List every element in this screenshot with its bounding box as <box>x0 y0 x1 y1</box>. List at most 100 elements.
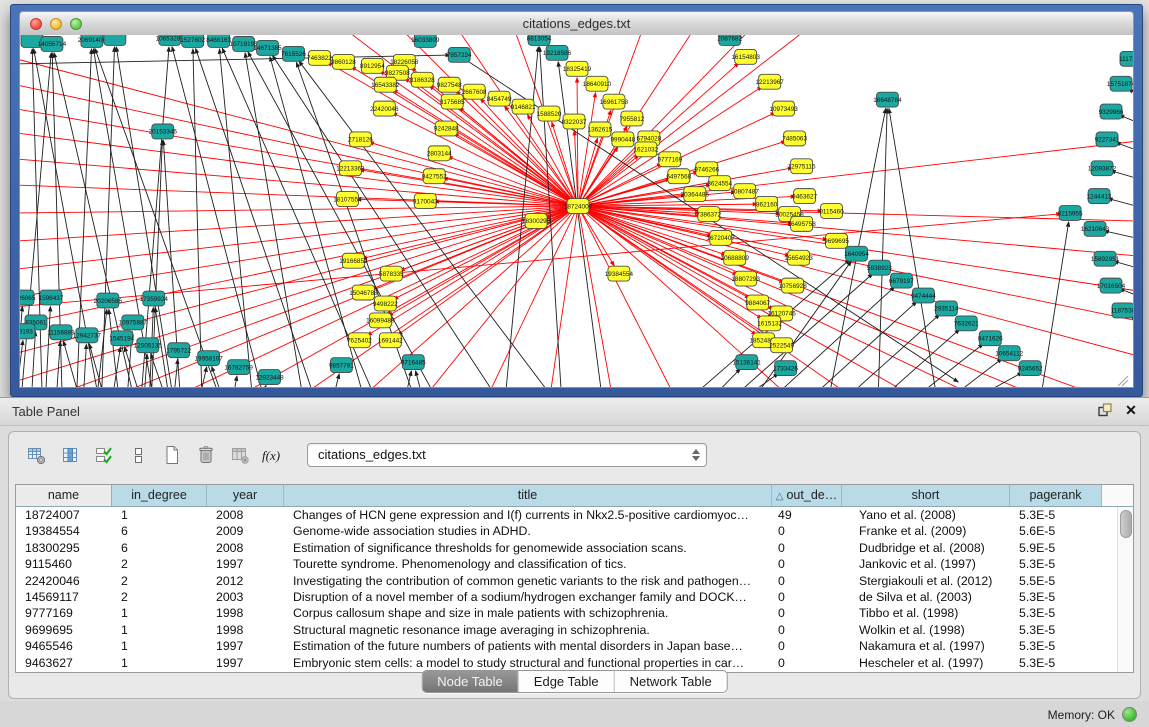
table-cell[interactable]: 2009 <box>207 523 284 539</box>
graph-edge-black[interactable] <box>878 109 887 387</box>
table-cell[interactable]: 1 <box>112 655 207 671</box>
graph-edge-black[interactable] <box>175 359 178 387</box>
select-rows-icon[interactable] <box>89 442 119 468</box>
row-cells-icon[interactable] <box>123 442 153 468</box>
table-cell[interactable]: 2003 <box>207 589 284 605</box>
column-header-pagerank[interactable]: pagerank <box>1010 485 1102 506</box>
table-cell[interactable]: Jankovic et al. (1997) <box>842 556 1010 572</box>
graph-edge-red[interactable] <box>578 93 596 206</box>
graph-edge-black[interactable] <box>20 55 450 64</box>
table-cell[interactable]: Tibbo et al. (1998) <box>842 605 1010 621</box>
table-settings-icon[interactable] <box>21 442 51 468</box>
column-header-name[interactable]: name <box>16 485 112 506</box>
table-row[interactable]: 1830029562008Estimation of significance … <box>16 540 1133 556</box>
tab-network-table[interactable]: Network Table <box>614 671 727 692</box>
graph-edge-black[interactable] <box>84 344 86 387</box>
graph-edge-black[interactable] <box>892 329 959 387</box>
table-row[interactable]: 2242004622012Investigating the contribut… <box>16 573 1133 589</box>
table-cell[interactable]: 2008 <box>207 507 284 523</box>
table-cell[interactable]: Estimation of significance thresholds fo… <box>284 540 772 556</box>
table-cell[interactable]: 1998 <box>207 622 284 638</box>
table-cell[interactable]: Disruption of a novel member of a sodium… <box>284 589 772 605</box>
table-cell[interactable]: 5.3E-5 <box>1010 655 1102 671</box>
minimize-button[interactable] <box>50 18 62 30</box>
graph-edge-black[interactable] <box>142 47 169 387</box>
column-header-out_de[interactable]: △out_de… <box>772 485 842 506</box>
graph-edge-red[interactable] <box>578 206 790 256</box>
graph-edge-black[interactable] <box>63 341 77 387</box>
graph-edge-black[interactable] <box>889 108 935 387</box>
graph-edge-black[interactable] <box>193 49 202 387</box>
table-cell[interactable]: 6 <box>112 523 207 539</box>
table-cell[interactable]: 18300295 <box>16 540 112 556</box>
table-cell[interactable]: Franke et al. (2009) <box>842 523 1010 539</box>
close-button[interactable] <box>30 18 42 30</box>
table-cell[interactable]: Wolkin et al. (1998) <box>842 622 1010 638</box>
column-header-in_degree[interactable]: in_degree <box>112 485 207 506</box>
table-cell[interactable]: 18724007 <box>16 507 112 523</box>
table-cell[interactable]: 0 <box>772 622 842 638</box>
table-cell[interactable]: 2 <box>112 573 207 589</box>
graph-edge-black[interactable] <box>32 331 35 387</box>
graph-edge-red[interactable] <box>20 206 578 296</box>
table-cell[interactable]: Estimation of the future numbers of pati… <box>284 638 772 654</box>
table-cell[interactable]: Dudbridge et al. (2008) <box>842 540 1010 556</box>
column-header-title[interactable]: title <box>284 485 772 506</box>
table-cell[interactable]: 2012 <box>207 573 284 589</box>
graph-edge-black[interactable] <box>248 52 431 387</box>
table-cell[interactable]: 5.5E-5 <box>1010 573 1102 589</box>
table-cell[interactable]: Nakamura et al. (1997) <box>842 638 1010 654</box>
table-cell[interactable]: 5.3E-5 <box>1010 605 1102 621</box>
graph-edge-black[interactable] <box>558 62 601 387</box>
table-cell[interactable]: 0 <box>772 556 842 572</box>
graph-edge-black[interactable] <box>145 354 147 387</box>
new-document-icon[interactable] <box>157 442 187 468</box>
table-cell[interactable]: 14569117 <box>16 589 112 605</box>
graph-edge-black[interactable] <box>57 341 60 387</box>
graph-edge-red[interactable] <box>578 206 960 387</box>
tab-node-table[interactable]: Node Table <box>422 671 518 692</box>
table-cell[interactable]: Changes of HCN gene expression and I(f) … <box>284 507 772 523</box>
table-cell[interactable]: 2008 <box>207 540 284 556</box>
table-cell[interactable]: 6 <box>112 540 207 556</box>
close-panel-icon[interactable]: ✕ <box>1123 402 1139 418</box>
graph-edge-black[interactable] <box>172 47 262 387</box>
table-cell[interactable]: 0 <box>772 638 842 654</box>
table-cell[interactable]: Investigating the contribution of common… <box>284 573 772 589</box>
graph-edge-black[interactable] <box>196 48 312 387</box>
table-cell[interactable]: 1 <box>112 507 207 523</box>
table-cell[interactable]: 1997 <box>207 556 284 572</box>
table-selector-dropdown[interactable]: citations_edges.txt <box>307 443 707 467</box>
table-row[interactable]: 946554611997Estimation of the future num… <box>16 638 1133 654</box>
graph-edge-black[interactable] <box>757 373 779 387</box>
table-cell[interactable]: 0 <box>772 540 842 556</box>
table-cell[interactable]: 9115460 <box>16 556 112 572</box>
table-cell[interactable]: 9463627 <box>16 655 112 671</box>
show-column-icon[interactable] <box>55 442 85 468</box>
table-cell[interactable]: 1997 <box>207 655 284 671</box>
graph-edge-black[interactable] <box>821 302 917 387</box>
window-titlebar[interactable]: citations_edges.txt <box>19 11 1134 37</box>
table-cell[interactable]: 19384554 <box>16 523 112 539</box>
graph-edge-black[interactable] <box>335 374 339 387</box>
table-cell[interactable]: 1997 <box>207 638 284 654</box>
network-canvas[interactable]: 1405571420691406106532871527602846616310… <box>19 35 1134 388</box>
table-cell[interactable]: 22420046 <box>16 573 112 589</box>
table-cell[interactable]: Stergiakouli et al. (2012) <box>842 573 1010 589</box>
table-cell[interactable]: Embryonic stem cells: a model to study s… <box>284 655 772 671</box>
graph-edge-red[interactable] <box>448 157 578 207</box>
graph-edge-black[interactable] <box>202 367 207 387</box>
table-cell[interactable]: 5.3E-5 <box>1010 589 1102 605</box>
tab-edge-table[interactable]: Edge Table <box>518 671 614 692</box>
table-cell[interactable]: 49 <box>772 507 842 523</box>
table-row[interactable]: 969969511998Structural magnetic resonanc… <box>16 622 1133 638</box>
table-row[interactable]: 946362711997Embryonic stem cells: a mode… <box>16 655 1133 671</box>
table-cell[interactable]: 1 <box>112 638 207 654</box>
table-cell[interactable]: 5.3E-5 <box>1010 638 1102 654</box>
graph-edge-black[interactable] <box>265 385 267 387</box>
graph-edge-black[interactable] <box>416 371 421 387</box>
table-cell[interactable]: Structural magnetic resonance image aver… <box>284 622 772 638</box>
table-cell[interactable]: 5.3E-5 <box>1010 507 1102 523</box>
graph-edge-red[interactable] <box>20 159 578 206</box>
graph-edge-red[interactable] <box>20 60 578 206</box>
